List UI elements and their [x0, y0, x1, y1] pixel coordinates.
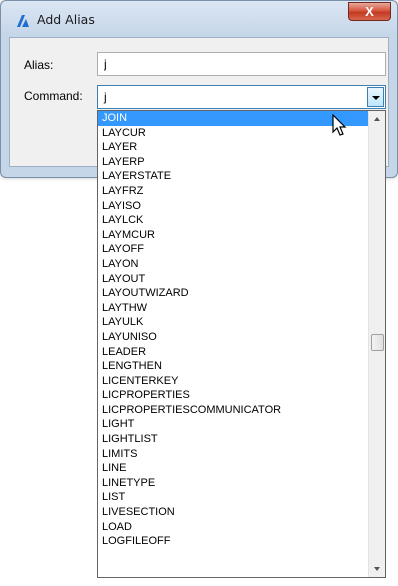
list-item[interactable]: LIMITS: [98, 447, 368, 462]
list-item[interactable]: LICPROPERTIESCOMMUNICATOR: [98, 403, 368, 418]
list-item[interactable]: LINE: [98, 461, 368, 476]
mouse-pointer-icon: [332, 114, 347, 136]
close-button[interactable]: X: [348, 2, 391, 21]
list-item[interactable]: LAYOUT: [98, 272, 368, 287]
scroll-down-arrow-icon[interactable]: [369, 560, 385, 577]
list-item[interactable]: LAYULK: [98, 315, 368, 330]
list-item[interactable]: LEADER: [98, 345, 368, 360]
alias-label: Alias:: [24, 58, 54, 72]
list-item[interactable]: LAYON: [98, 257, 368, 272]
list-item[interactable]: LENGTHEN: [98, 359, 368, 374]
list-item[interactable]: LAYERP: [98, 155, 368, 170]
list-item[interactable]: LAYER: [98, 140, 368, 155]
list-item[interactable]: LAYCUR: [98, 126, 368, 141]
list-item[interactable]: LAYTHW: [98, 301, 368, 316]
list-item[interactable]: LIVESECTION: [98, 505, 368, 520]
scroll-thumb[interactable]: [371, 334, 384, 351]
command-combobox[interactable]: j: [97, 85, 386, 109]
alias-input[interactable]: [97, 52, 386, 76]
list-item[interactable]: LINETYPE: [98, 476, 368, 491]
command-input-value[interactable]: j: [104, 90, 107, 104]
list-item[interactable]: LAYUNISO: [98, 330, 368, 345]
vertical-scrollbar[interactable]: [368, 111, 385, 577]
list-item[interactable]: JOIN: [98, 111, 368, 126]
list-item[interactable]: LOGFILEOFF: [98, 534, 368, 549]
app-logo-icon: [17, 15, 29, 27]
title-bar[interactable]: Add Alias X: [1, 1, 397, 37]
list-item[interactable]: LAYOFF: [98, 242, 368, 257]
dropdown-arrow-button[interactable]: [367, 87, 384, 107]
list-item[interactable]: LAYISO: [98, 199, 368, 214]
scroll-up-arrow-icon[interactable]: [369, 111, 385, 128]
list-item[interactable]: LAYFRZ: [98, 184, 368, 199]
list-item[interactable]: LIGHTLIST: [98, 432, 368, 447]
list-item[interactable]: LICPROPERTIES: [98, 388, 368, 403]
command-label: Command:: [24, 89, 83, 103]
list-item[interactable]: LOAD: [98, 520, 368, 535]
list-item[interactable]: LAYERSTATE: [98, 169, 368, 184]
command-list: JOIN LAYCUR LAYER LAYERP LAYERSTATE LAYFRZ LAY…: [98, 111, 368, 549]
list-item[interactable]: LIST: [98, 490, 368, 505]
list-item[interactable]: LAYOUTWIZARD: [98, 286, 368, 301]
list-item[interactable]: LICENTERKEY: [98, 374, 368, 389]
window-title: Add Alias: [37, 12, 95, 27]
list-item[interactable]: LAYMCUR: [98, 228, 368, 243]
list-item[interactable]: LIGHT: [98, 417, 368, 432]
command-dropdown-list[interactable]: JOIN LAYCUR LAYER LAYERP LAYERSTATE LAYFRZ LAY…: [97, 110, 386, 578]
list-item[interactable]: LAYLCK: [98, 213, 368, 228]
